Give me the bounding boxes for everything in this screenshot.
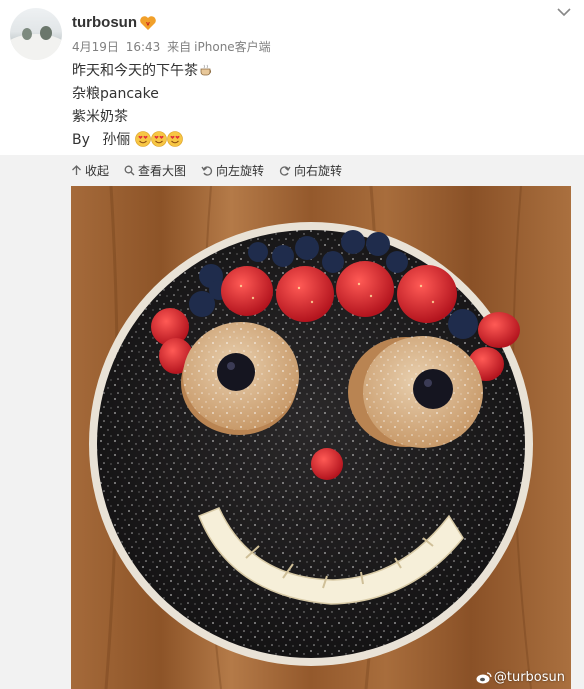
chevron-down-icon[interactable] <box>556 6 572 18</box>
rotate-right-label: 向右旋转 <box>294 163 343 178</box>
post-line-1: 昨天和今天的下午茶 <box>72 60 214 83</box>
rotate-left-button[interactable]: 向左旋转 <box>201 162 264 179</box>
view-large-label: 查看大图 <box>138 163 187 178</box>
user-avatar[interactable] <box>10 8 62 60</box>
heart-eyes-emoji <box>166 131 183 147</box>
heart-eyes-emoji <box>150 131 167 147</box>
source-prefix: 来自 <box>167 40 192 54</box>
search-icon <box>124 165 135 175</box>
post-line-3: 紫米奶茶 <box>72 109 128 125</box>
image-watermark: @turbosun <box>476 670 565 685</box>
rotate-right-icon <box>280 165 291 176</box>
username-link[interactable]: turbosun <box>72 14 137 31</box>
avatar-snow-hill <box>10 34 62 60</box>
right-pancake-eye <box>348 336 483 448</box>
collapse-label: 收起 <box>85 163 110 178</box>
view-large-button[interactable]: 查看大图 <box>124 162 186 179</box>
weibo-post: turbosun v 4月19日 16:43 来自 iPhone客户端 昨天和今天… <box>0 0 584 689</box>
post-line-1-text: 昨天和今天的下午茶 <box>72 63 198 79</box>
post-meta: 4月19日 16:43 来自 iPhone客户端 <box>72 38 274 55</box>
rotate-left-icon <box>201 165 213 176</box>
image-toolbar: 收起 查看大图 向左旋转 向右旋转 <box>71 157 357 183</box>
weibo-logo-icon <box>476 672 492 684</box>
post-text: 昨天和今天的下午茶 杂粮pancake 紫米奶茶 By 孙俪 <box>72 60 214 152</box>
byline-author: 孙俪 <box>102 132 131 148</box>
pancake-smiley-face-plate <box>89 186 533 689</box>
collapse-button[interactable]: 收起 <box>71 162 109 179</box>
vip-membership-icon[interactable]: v <box>139 15 157 31</box>
avatar-tree <box>22 28 32 40</box>
heart-eyes-emoji <box>134 131 151 147</box>
post-source[interactable]: iPhone客户端 <box>194 40 271 54</box>
post-image[interactable]: @turbosun <box>71 186 571 689</box>
tea-cup-emoji <box>200 64 212 76</box>
rotate-right-button[interactable]: 向右旋转 <box>279 162 342 179</box>
post-line-2: 杂粮pancake <box>72 86 159 102</box>
avatar-tree <box>40 26 52 40</box>
arrow-up-icon <box>72 164 81 175</box>
watermark-text: @turbosun <box>493 670 565 685</box>
svg-text:v: v <box>146 21 150 28</box>
post-byline: By 孙俪 <box>72 129 214 152</box>
post-date[interactable]: 4月19日 <box>72 40 119 54</box>
byline-prefix: By <box>72 132 90 148</box>
post-time[interactable]: 16:43 <box>126 40 161 54</box>
rotate-left-label: 向左旋转 <box>216 163 265 178</box>
raspberry-nose <box>311 448 343 480</box>
